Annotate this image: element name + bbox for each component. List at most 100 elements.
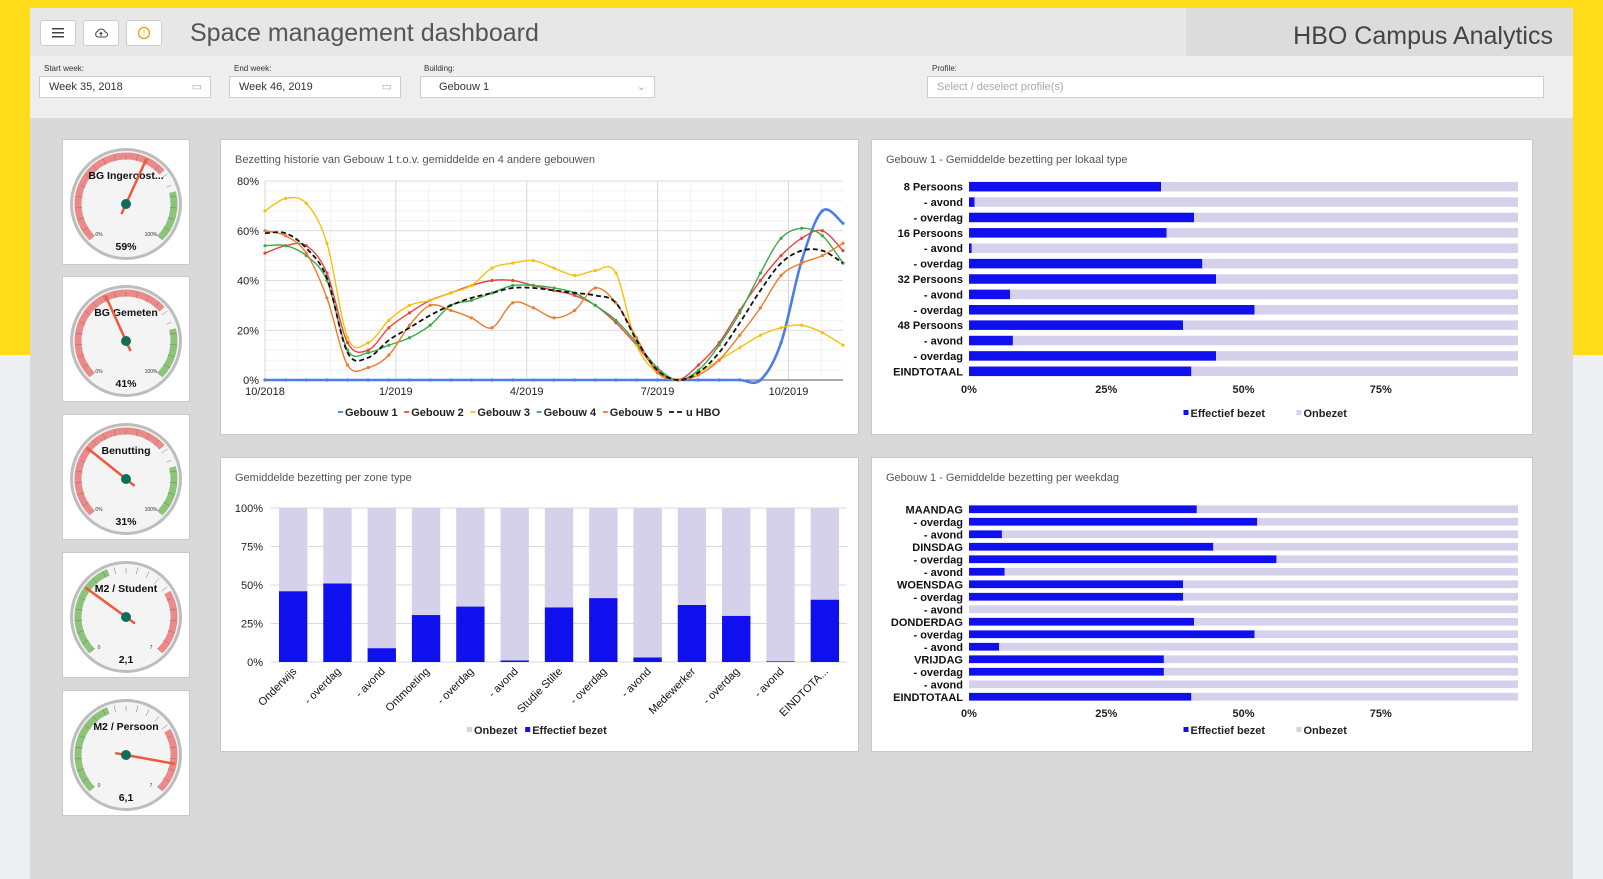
data-point xyxy=(820,229,824,233)
data-point xyxy=(325,271,329,275)
data-point xyxy=(511,278,515,283)
end-week-label: End week: xyxy=(234,64,272,73)
category-label: 8 Persoons xyxy=(904,182,963,194)
bar-segment xyxy=(1001,530,1518,539)
data-point xyxy=(593,303,597,307)
gauge-title: M2 / Persoon xyxy=(93,721,158,733)
x-tick-label: 0% xyxy=(961,708,977,720)
category-label: - overdag xyxy=(568,666,609,707)
legend-label: Effectief bezet xyxy=(1191,725,1266,737)
data-point xyxy=(449,378,453,382)
y-tick-label: 80% xyxy=(237,176,259,188)
category-label: - avond xyxy=(619,666,653,700)
bar-segment xyxy=(1194,617,1518,626)
legend-label: Effectief bezet xyxy=(1191,408,1266,420)
bar-segment xyxy=(1163,667,1518,676)
data-point xyxy=(800,261,804,265)
data-point xyxy=(449,308,453,312)
data-point xyxy=(841,249,845,253)
x-tick-label: 10/2019 xyxy=(769,386,809,398)
data-point xyxy=(779,273,783,278)
data-point xyxy=(387,343,391,347)
menu-button[interactable] xyxy=(40,20,76,46)
x-tick-label: 10/2018 xyxy=(245,386,285,398)
gauge-max-label: 100% xyxy=(145,507,158,513)
data-point xyxy=(696,363,701,367)
y-tick-label: 60% xyxy=(237,226,259,238)
gauge-value: 59% xyxy=(115,241,137,253)
gauge-card: Benutting 0% 100% 31% xyxy=(62,414,190,540)
category-label: - avond xyxy=(924,604,963,616)
bar-segment xyxy=(1254,630,1518,639)
category-label: - avond xyxy=(353,666,387,700)
data-point xyxy=(614,271,618,275)
bar-segment xyxy=(969,197,975,207)
profile-select[interactable]: Select / deselect profile(s) xyxy=(927,76,1544,98)
end-week-field[interactable]: Week 46, 2019 ▭ xyxy=(229,76,401,98)
legend-swatch xyxy=(525,727,531,732)
y-tick-label: 100% xyxy=(235,503,263,515)
category-label: - overdag xyxy=(913,351,963,363)
bar-segment xyxy=(969,605,1518,614)
data-point xyxy=(820,234,824,238)
gauge-card: M2 / Persoon 0 7 6,1 xyxy=(62,690,190,816)
bar-segment xyxy=(1010,289,1518,300)
data-point xyxy=(304,251,308,255)
data-point xyxy=(531,378,535,382)
data-point xyxy=(511,283,515,288)
category-label: - overdag xyxy=(913,517,963,529)
bar-segment xyxy=(766,661,795,662)
bar-segment xyxy=(969,366,1192,377)
data-point xyxy=(263,229,267,233)
bar-segment xyxy=(411,508,441,616)
bar-segment xyxy=(969,289,1011,300)
data-point xyxy=(284,378,288,382)
bar-segment xyxy=(1202,258,1518,269)
gauge-title: BG Gemeten xyxy=(94,307,158,319)
bar-segment xyxy=(367,648,396,662)
start-week-field[interactable]: Week 35, 2018 ▭ xyxy=(39,76,211,98)
upload-button[interactable] xyxy=(83,20,119,46)
data-point xyxy=(738,346,742,350)
category-label: 16 Persoons xyxy=(898,228,963,240)
category-label: 48 Persoons xyxy=(898,320,963,332)
gauge-min-label: 0% xyxy=(95,369,103,375)
bar-segment xyxy=(1254,305,1518,315)
category-label: - overdag xyxy=(913,629,963,641)
warning-button[interactable]: ! xyxy=(126,20,162,46)
data-point xyxy=(387,326,391,330)
building-select[interactable]: Gebouw 1 ⌄ xyxy=(420,76,655,98)
data-point xyxy=(428,323,432,327)
bar-segment xyxy=(411,615,441,662)
data-point xyxy=(263,251,267,255)
bar-segment xyxy=(969,642,1000,651)
data-point xyxy=(387,378,391,382)
bar-segment xyxy=(969,567,1005,576)
bar-segment xyxy=(1166,228,1518,238)
bar-segment xyxy=(1004,567,1518,576)
bar-segment xyxy=(969,335,1013,346)
data-point xyxy=(717,343,721,347)
legend-label: Effectief bezet xyxy=(532,725,607,737)
data-point xyxy=(345,336,350,340)
bar-segment xyxy=(1191,366,1518,377)
gauge-hub xyxy=(121,612,131,622)
data-point xyxy=(284,244,288,248)
data-point xyxy=(614,318,618,322)
gauge-title: M2 / Student xyxy=(95,583,158,595)
bar-segment xyxy=(1163,655,1518,664)
bar-segment xyxy=(969,680,1518,689)
bar-segment xyxy=(969,274,1217,284)
category-label: Medewerker xyxy=(647,665,699,717)
y-tick-label: 20% xyxy=(237,325,259,337)
legend-swatch xyxy=(467,727,472,732)
data-point xyxy=(490,378,494,382)
building-label: Building: xyxy=(424,64,455,73)
filter-bar: Start week: Week 35, 2018 ▭ End week: We… xyxy=(30,56,1573,118)
bar-segment xyxy=(969,555,1277,564)
data-point xyxy=(263,378,267,382)
data-point xyxy=(779,254,783,258)
category-label: - overdag xyxy=(913,592,963,604)
weekdag-chart-panel: Gebouw 1 - Gemiddelde bezetting per week… xyxy=(871,457,1533,752)
data-point xyxy=(738,333,742,337)
